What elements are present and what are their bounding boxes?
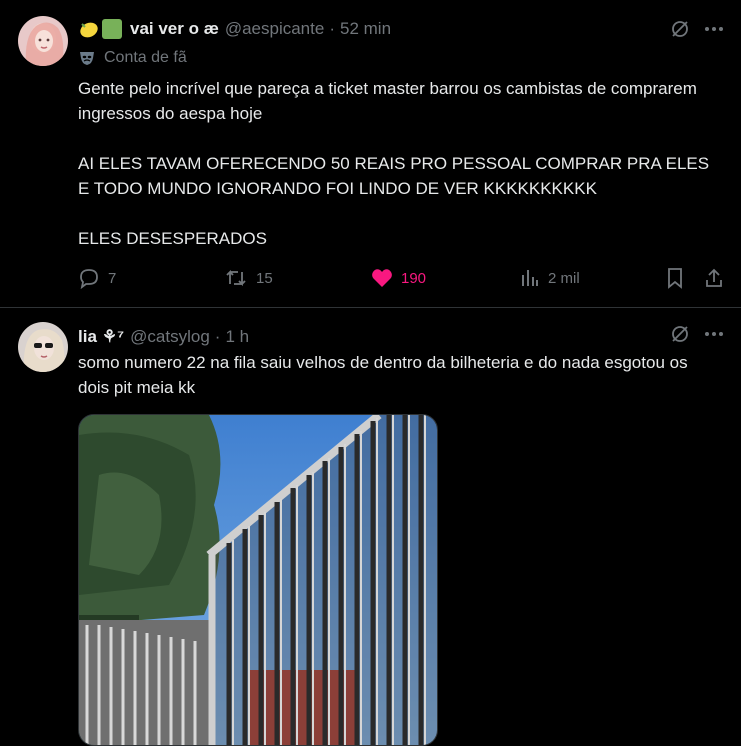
more-options-icon[interactable] [702, 17, 726, 41]
repost-icon [226, 269, 246, 287]
handle[interactable]: @catsylog [130, 327, 210, 347]
more-options-icon[interactable] [702, 322, 726, 346]
lemon-emoji-icon [78, 19, 100, 39]
share-icon [706, 268, 722, 287]
tweet-text: somo numero 22 na fila saiu velhos de de… [78, 353, 688, 397]
tweet-photo[interactable] [78, 414, 438, 746]
timestamp[interactable]: 1 h [225, 327, 249, 347]
mask-icon [78, 49, 96, 67]
views-count: 2 mil [548, 269, 580, 287]
grok-icon[interactable] [668, 17, 692, 41]
timestamp[interactable]: 52 min [340, 19, 391, 39]
bookmark-icon [668, 268, 682, 289]
repost-button[interactable]: 15 [224, 262, 273, 294]
separator-dot: · [214, 327, 221, 346]
grok-icon[interactable] [668, 322, 692, 346]
tweet-1[interactable]: vai ver o æ @aespicante · 52 min Conta d… [0, 0, 741, 307]
share-button[interactable] [704, 262, 724, 294]
display-name[interactable]: vai ver o æ [130, 19, 219, 39]
like-count: 190 [401, 269, 427, 287]
reply-count: 7 [108, 269, 117, 287]
display-name[interactable]: lia [78, 327, 97, 347]
heart-icon [372, 269, 392, 287]
views-icon [522, 270, 538, 286]
bookmark-button[interactable] [666, 262, 684, 294]
like-button[interactable]: 190 [371, 262, 426, 294]
reply-icon [80, 269, 98, 289]
separator-dot: · [329, 19, 335, 38]
handle[interactable]: @aespicante [225, 19, 325, 39]
avatar[interactable] [18, 16, 68, 66]
repost-count: 15 [256, 269, 273, 287]
tweet-text: Gente pelo incrível que pareça a ticket … [78, 79, 710, 248]
views-button[interactable]: 2 mil [520, 262, 580, 294]
fan-account-label: Conta de fã [104, 49, 187, 66]
green-square-emoji-icon [102, 19, 122, 39]
reply-button[interactable]: 7 [78, 262, 116, 294]
tweet-actions: 7 15 190 2 mil [78, 262, 728, 296]
avatar[interactable] [18, 322, 68, 372]
tweet-2[interactable]: lia ⚘⁷ @catsylog · 1 h somo numero 22 na… [0, 308, 741, 746]
name-suffix: ⚘⁷ [101, 327, 125, 346]
